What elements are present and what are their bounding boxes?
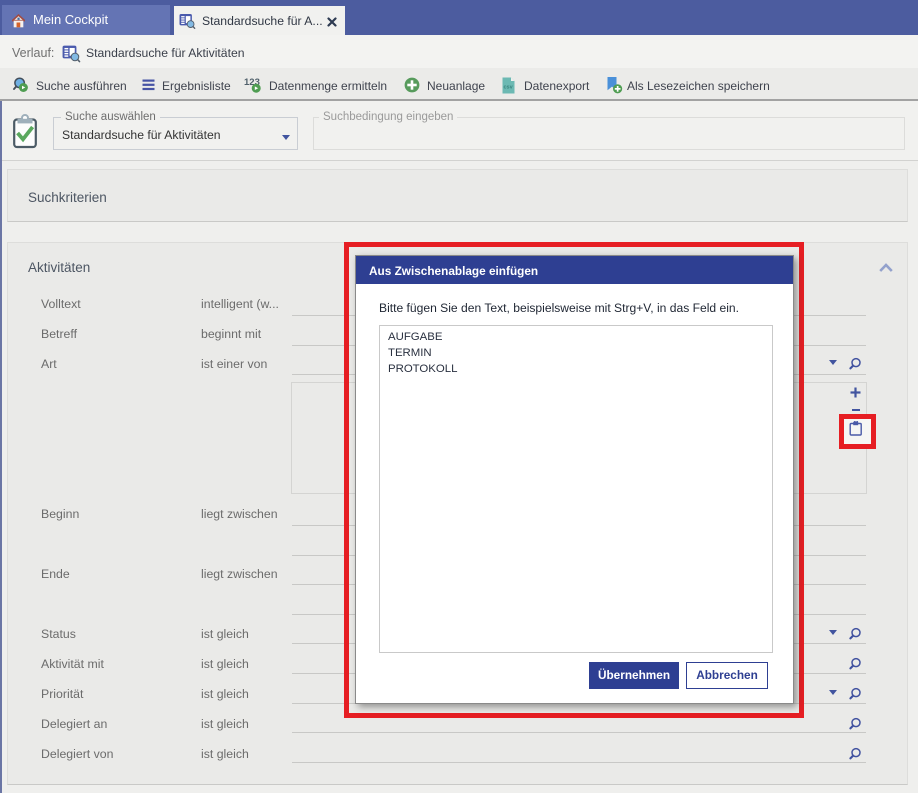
svg-text:csv: csv: [504, 85, 514, 91]
